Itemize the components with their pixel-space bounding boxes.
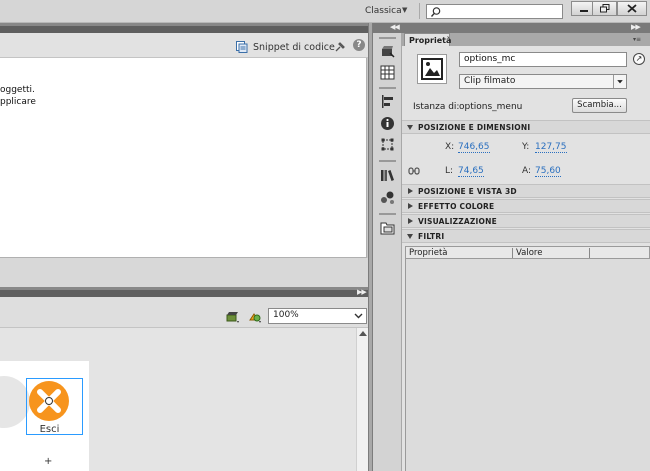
- exit-button-label: Esci: [39, 424, 60, 435]
- section-title: EFFETTO COLORE: [418, 202, 495, 211]
- link-icon[interactable]: [408, 165, 420, 177]
- properties-panel: options_mc ↗ Clip filmato Istanza di: op…: [402, 46, 650, 471]
- filters-table-header: Proprietà Valore: [405, 246, 650, 259]
- y-label: Y:: [522, 142, 530, 152]
- selected-exit-button-instance[interactable]: Esci: [26, 378, 83, 435]
- editor-text-line: pplicare: [0, 97, 36, 107]
- section-title: POSIZIONE E VISTA 3D: [418, 187, 517, 196]
- dock-grip[interactable]: [379, 160, 396, 162]
- info-icon[interactable]: [380, 116, 395, 131]
- registration-point: +: [44, 456, 53, 467]
- workspace-switcher[interactable]: Classica: [365, 6, 402, 16]
- scroll-up-icon[interactable]: [359, 331, 367, 336]
- workspace-dropdown-icon[interactable]: ▼: [402, 6, 407, 14]
- expanded-arrow-icon: [407, 125, 413, 130]
- stage-edit-bar: 100%: [0, 297, 368, 328]
- swatches-icon[interactable]: [380, 65, 395, 80]
- chevron-down-icon: [613, 75, 623, 88]
- edit-symbol-icon[interactable]: [248, 311, 262, 325]
- editor-text-line: oggetti.: [0, 85, 35, 95]
- search-icon: [430, 7, 441, 17]
- stage-panel-titlebar: [0, 290, 368, 297]
- section-position-3d[interactable]: POSIZIONE E VISTA 3D: [402, 184, 650, 198]
- movieclip-symbol-icon: [417, 54, 447, 84]
- instance-of-label: Istanza di:: [413, 102, 460, 112]
- chevron-down-icon: [354, 313, 363, 319]
- help-search-input[interactable]: [426, 4, 563, 19]
- height-value[interactable]: 75,60: [535, 166, 561, 177]
- close-icon: [627, 4, 637, 13]
- movieclip-icon: [421, 58, 443, 80]
- align-icon[interactable]: [380, 94, 395, 109]
- close-x-icon: [29, 381, 69, 421]
- symbol-type-value: Clip filmato: [464, 76, 516, 86]
- section-position-size[interactable]: POSIZIONE E DIMENSIONI: [402, 120, 650, 134]
- code-snippets-button[interactable]: Snippet di codice: [253, 42, 335, 53]
- panel-icon-dock: [373, 33, 402, 471]
- panel-menu-icon[interactable]: ▾≡: [633, 36, 641, 43]
- pin-script-icon[interactable]: [334, 41, 346, 53]
- column-divider: [589, 248, 590, 258]
- collapse-panel-icon[interactable]: ▶▶: [357, 288, 367, 296]
- tab-properties[interactable]: Proprietà: [404, 33, 451, 46]
- filters-table-body[interactable]: [405, 259, 650, 471]
- collapse-properties-icon[interactable]: ▶▶: [631, 23, 641, 31]
- width-value[interactable]: 74,65: [458, 166, 484, 177]
- instance-of-value: options_menu: [459, 102, 523, 112]
- section-title: VISUALIZZAZIONE: [418, 217, 497, 226]
- zoom-value: 100%: [273, 310, 299, 320]
- restore-icon: [599, 4, 609, 13]
- dock-grip[interactable]: [379, 213, 396, 215]
- x-label: X:: [445, 142, 455, 152]
- y-value[interactable]: 127,75: [535, 142, 567, 153]
- edit-symbol-arrow-icon[interactable]: ↗: [633, 53, 645, 65]
- library-icon[interactable]: [380, 168, 395, 183]
- actions-panel-footer: [0, 258, 368, 287]
- components-icon[interactable]: [380, 190, 395, 205]
- actions-toolbar: Snippet di codice ?: [0, 33, 368, 58]
- edit-scene-icon[interactable]: [226, 311, 240, 325]
- minimize-icon: [579, 9, 588, 12]
- symbol-type-select[interactable]: Clip filmato: [459, 74, 627, 89]
- x-value[interactable]: 746,65: [458, 142, 490, 153]
- instance-name-input[interactable]: options_mc: [459, 52, 627, 67]
- expanded-arrow-icon: [407, 234, 413, 239]
- column-header-value[interactable]: Valore: [516, 248, 542, 258]
- collapse-dock-icon[interactable]: ◀◀: [390, 23, 400, 31]
- stage-canvas[interactable]: Esci +: [0, 361, 89, 471]
- code-snippets-icon[interactable]: [236, 41, 248, 53]
- topbar-divider: [419, 3, 420, 19]
- collapsed-arrow-icon: [408, 188, 413, 194]
- script-editor[interactable]: [0, 58, 367, 258]
- section-color-effect[interactable]: EFFETTO COLORE: [402, 199, 650, 213]
- section-display[interactable]: VISUALIZZAZIONE: [402, 214, 650, 228]
- motion-presets-icon[interactable]: [380, 44, 395, 59]
- collapsed-arrow-icon: [408, 203, 413, 209]
- section-filters[interactable]: FILTRI: [402, 229, 650, 243]
- zoom-select[interactable]: 100%: [268, 308, 367, 324]
- stage-vertical-scrollbar[interactable]: [356, 328, 368, 471]
- height-label: A:: [522, 166, 532, 176]
- column-header-property[interactable]: Proprietà: [409, 248, 448, 258]
- project-icon[interactable]: [380, 221, 395, 236]
- dock-grip[interactable]: [379, 87, 396, 89]
- section-title: POSIZIONE E DIMENSIONI: [418, 123, 531, 132]
- width-label: L:: [445, 166, 454, 176]
- actions-panel-titlebar: [0, 26, 368, 33]
- collapsed-arrow-icon: [408, 218, 413, 224]
- close-button[interactable]: [617, 1, 647, 16]
- section-title: FILTRI: [418, 232, 445, 241]
- transform-icon[interactable]: [380, 137, 395, 152]
- dock-grip[interactable]: [379, 37, 396, 39]
- application-bar: Classica ▼: [0, 0, 650, 23]
- help-icon[interactable]: ?: [353, 39, 365, 51]
- swap-symbol-button[interactable]: Scambia...: [572, 98, 627, 113]
- properties-tab-bar: Proprietà: [402, 33, 650, 46]
- restore-button[interactable]: [592, 1, 617, 16]
- properties-panel-header: [402, 23, 650, 33]
- column-divider: [512, 248, 513, 258]
